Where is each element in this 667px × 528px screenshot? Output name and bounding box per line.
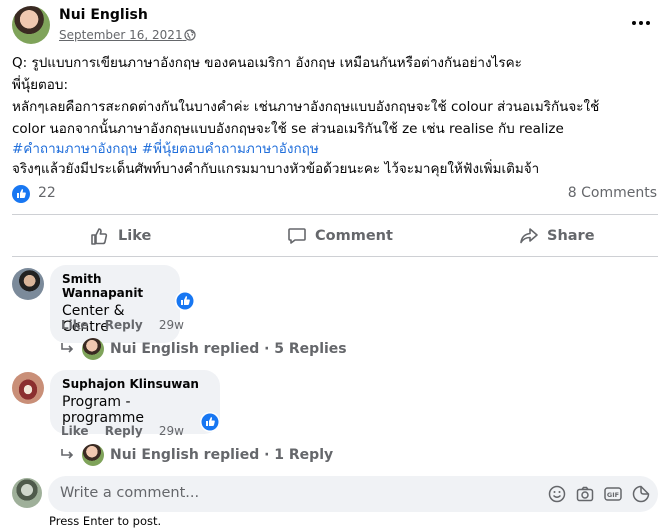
globe-icon xyxy=(184,29,196,41)
replies-label: Nui English replied · 5 Replies xyxy=(110,341,347,357)
composer-hint: Press Enter to post. xyxy=(49,514,162,528)
hashtag-link[interactable]: #พี่นุ้ยตอบคำถามภาษาอังกฤษ xyxy=(142,141,319,157)
comment-meta: Like Reply 29w xyxy=(61,424,184,438)
camera-icon[interactable] xyxy=(576,485,594,503)
post-last-line: จริงๆแล้วยังมีประเด็นศัพท์บางคำกับแกรมมา… xyxy=(12,161,540,177)
comment-like-link[interactable]: Like xyxy=(61,318,89,332)
more-icon[interactable] xyxy=(630,16,652,30)
comment-reply-link[interactable]: Reply xyxy=(105,424,143,438)
svg-text:GIF: GIF xyxy=(607,491,619,499)
reply-arrow-icon xyxy=(61,343,74,353)
post-question: Q: รูปแบบการเขียนภาษาอังกฤษ ของคนอเมริกา… xyxy=(12,55,522,71)
post-answer-line-1: หลักๆเลยคือการสะกดต่างกันในบางคำค่ะ เช่น… xyxy=(12,99,600,115)
gif-icon[interactable]: GIF xyxy=(604,485,622,503)
comment-author[interactable]: Suphajon Klinsuwan xyxy=(62,377,208,391)
comment-icon xyxy=(288,228,306,244)
current-user-avatar[interactable] xyxy=(12,478,42,508)
share-button-label: Share xyxy=(547,228,595,244)
comment-input-placeholder[interactable]: Write a comment... xyxy=(60,485,199,501)
replier-avatar xyxy=(82,444,104,466)
comment-author[interactable]: Smith Wannapanit xyxy=(62,272,168,300)
comment-button[interactable]: Comment xyxy=(287,220,393,252)
comment-time[interactable]: 29w xyxy=(159,318,184,332)
comment-like-link[interactable]: Like xyxy=(61,424,89,438)
post-hashtags: #คำถามภาษาอังกฤษ #พี่นุ้ยตอบคำถามภาษาอัง… xyxy=(12,138,319,160)
like-button[interactable]: Like xyxy=(90,220,151,252)
divider xyxy=(12,214,658,215)
post-answer-label: พี่นุ้ยตอบ: xyxy=(12,77,69,93)
emoji-icon[interactable] xyxy=(548,485,566,503)
page-avatar[interactable] xyxy=(12,6,50,44)
comment-like-badge-icon[interactable] xyxy=(200,412,220,432)
hashtag-link[interactable]: #คำถามภาษาอังกฤษ xyxy=(12,141,137,157)
commenter-avatar[interactable] xyxy=(12,372,44,404)
view-replies-link[interactable]: Nui English replied · 5 Replies xyxy=(60,338,347,360)
comment-text: Program - programme xyxy=(62,394,145,426)
share-button[interactable]: Share xyxy=(519,220,595,252)
view-replies-link[interactable]: Nui English replied · 1 Reply xyxy=(60,444,333,466)
replies-label: Nui English replied · 1 Reply xyxy=(110,447,334,463)
like-reaction-icon[interactable] xyxy=(12,185,30,203)
share-icon xyxy=(520,228,538,244)
replier-avatar xyxy=(82,338,104,360)
divider xyxy=(12,256,658,257)
commenter-avatar[interactable] xyxy=(12,268,44,300)
page-name[interactable]: Nui English xyxy=(59,7,148,23)
comment-composer[interactable]: Write a comment... GIF xyxy=(48,476,658,512)
like-button-label: Like xyxy=(118,228,152,244)
comments-count[interactable]: 8 Comments xyxy=(568,185,657,201)
comment-reply-link[interactable]: Reply xyxy=(105,318,143,332)
comment-meta: Like Reply 29w xyxy=(61,318,184,332)
thumbs-up-icon xyxy=(91,228,108,245)
sticker-icon[interactable] xyxy=(632,485,650,503)
reaction-count[interactable]: 22 xyxy=(38,185,56,201)
comment-time[interactable]: 29w xyxy=(159,424,184,438)
comment-like-badge-icon[interactable] xyxy=(175,291,195,311)
post-date[interactable]: September 16, 2021 · xyxy=(59,28,194,42)
post-date-text[interactable]: September 16, 2021 xyxy=(59,28,183,42)
post-answer-line-2: color นอกจากนั้นภาษาอังกฤษแบบอังกฤษจะใช้… xyxy=(12,121,564,137)
reply-arrow-icon xyxy=(61,449,74,459)
comment-button-label: Comment xyxy=(315,228,393,244)
